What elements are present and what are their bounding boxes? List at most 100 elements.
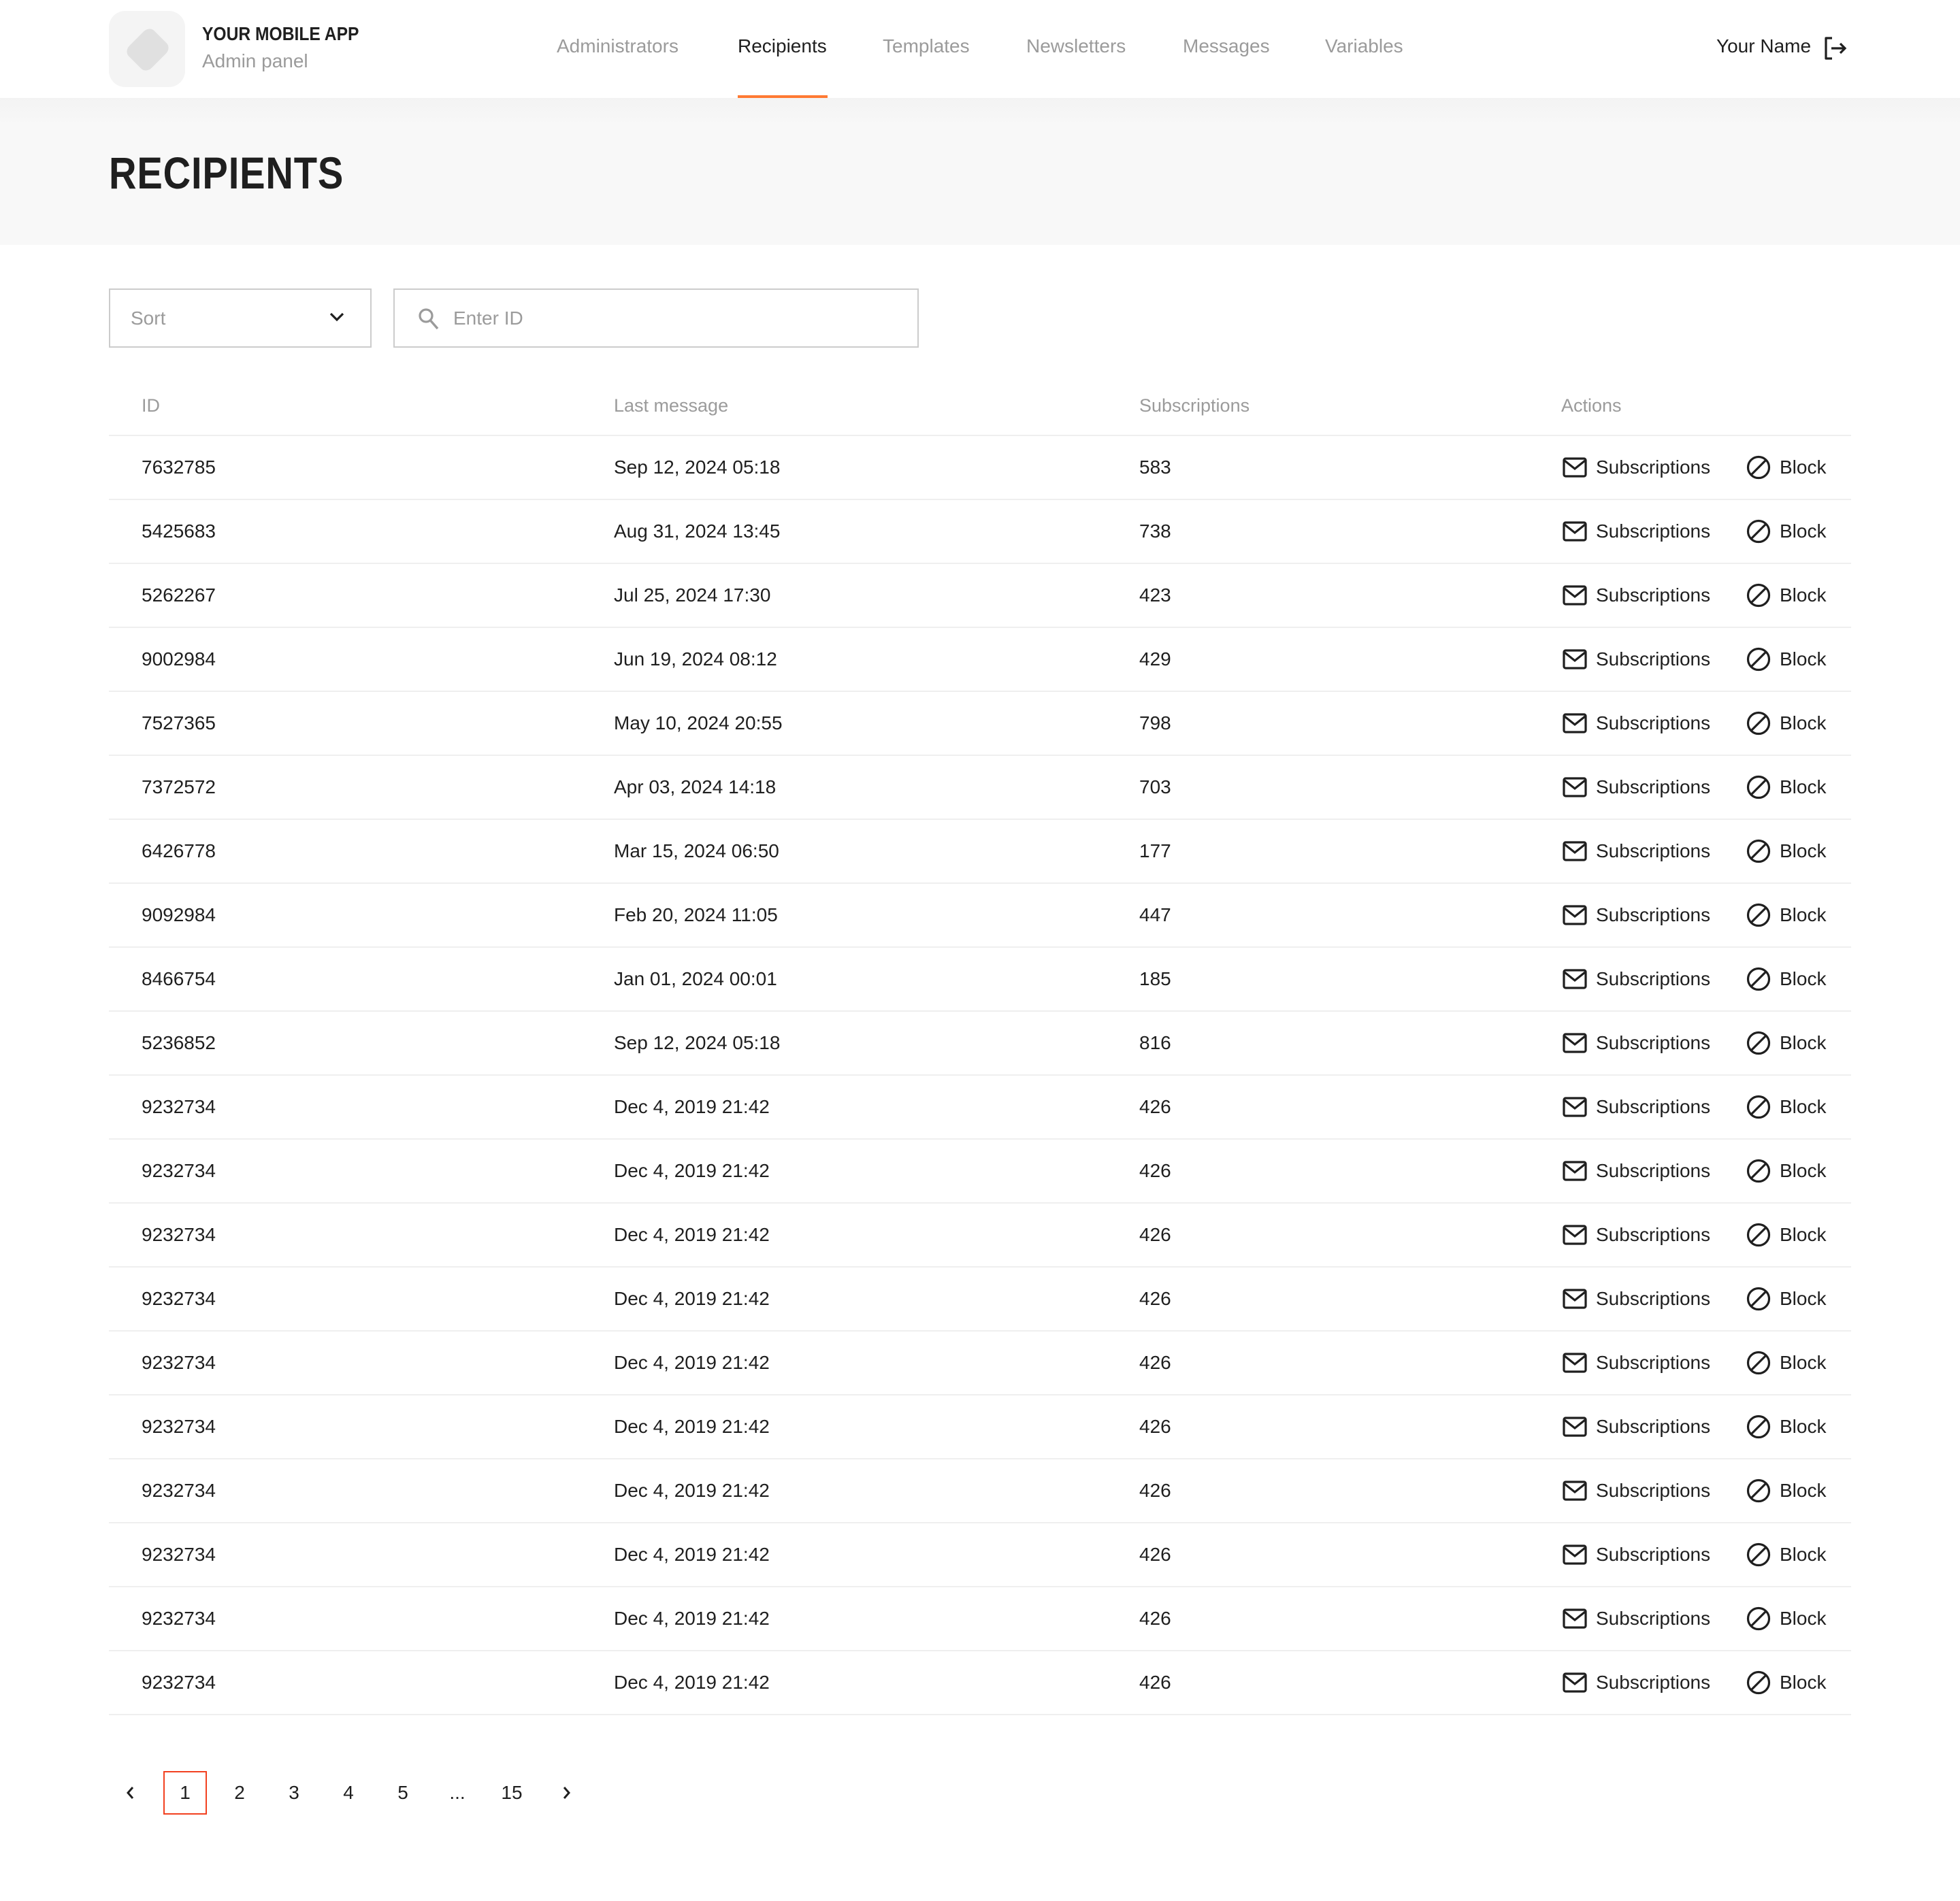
block-button-label: Block	[1780, 904, 1827, 925]
column-header-id[interactable]: ID	[142, 395, 160, 416]
mail-icon	[1563, 1544, 1587, 1565]
subscriptions-count: 426	[1139, 1288, 1171, 1309]
subscriptions-count: 185	[1139, 968, 1171, 989]
block-button[interactable]: Block	[1746, 1156, 1826, 1186]
search-input[interactable]	[453, 302, 902, 335]
last-message-date: Dec 4, 2019 21:42	[614, 1224, 770, 1245]
block-button-label: Block	[1780, 1288, 1827, 1309]
subscriptions-button[interactable]: Subscriptions	[1563, 644, 1710, 674]
table-row: 9232734 Dec 4, 2019 21:42 426 Subscriptions…	[109, 1459, 1851, 1523]
block-icon	[1746, 1223, 1771, 1247]
block-icon	[1746, 1287, 1771, 1311]
recipient-id: 9232734	[142, 1672, 216, 1693]
page-button[interactable]: 3	[272, 1771, 316, 1815]
subscriptions-button[interactable]: Subscriptions	[1563, 1220, 1710, 1250]
chevron-left-icon	[127, 1787, 134, 1799]
page-button[interactable]: 5	[381, 1771, 425, 1815]
subscriptions-button[interactable]: Subscriptions	[1563, 964, 1710, 994]
block-button-label: Block	[1780, 1096, 1827, 1117]
subscriptions-count: 426	[1139, 1480, 1171, 1501]
block-button[interactable]: Block	[1746, 644, 1826, 674]
block-button[interactable]: Block	[1746, 1028, 1826, 1058]
user-name[interactable]: Your Name	[1716, 35, 1811, 57]
prev-page-button[interactable]	[109, 1771, 152, 1815]
block-button[interactable]: Block	[1746, 580, 1826, 610]
search-icon	[419, 308, 439, 330]
table-row: 9002984 Jun 19, 2024 08:12 429 Subscription…	[109, 628, 1851, 692]
mail-icon	[1563, 1097, 1587, 1117]
subscriptions-button[interactable]: Subscriptions	[1563, 1476, 1710, 1506]
subscriptions-button[interactable]: Subscriptions	[1563, 1412, 1710, 1442]
next-page-button[interactable]	[544, 1771, 588, 1815]
nav-item-recipients[interactable]: Recipients	[738, 35, 827, 57]
recipient-id: 7527365	[142, 712, 216, 733]
page-button[interactable]: 15	[490, 1771, 534, 1815]
subscriptions-count: 798	[1139, 712, 1171, 733]
nav-item-messages[interactable]: Messages	[1183, 35, 1270, 57]
subscriptions-count: 426	[1139, 1096, 1171, 1117]
block-button[interactable]: Block	[1746, 1412, 1826, 1442]
subscriptions-button[interactable]: Subscriptions	[1563, 1284, 1710, 1314]
block-icon	[1746, 1670, 1771, 1695]
block-icon	[1746, 839, 1771, 863]
block-button-label: Block	[1780, 457, 1827, 478]
block-button-label: Block	[1780, 1224, 1827, 1245]
nav-item-templates[interactable]: Templates	[883, 35, 970, 57]
block-button-label: Block	[1780, 840, 1827, 861]
block-button[interactable]: Block	[1746, 1668, 1826, 1698]
block-button[interactable]: Block	[1746, 1348, 1826, 1378]
block-button[interactable]: Block	[1746, 1220, 1826, 1250]
block-button[interactable]: Block	[1746, 836, 1826, 866]
subscriptions-button[interactable]: Subscriptions	[1563, 1540, 1710, 1570]
subscriptions-button[interactable]: Subscriptions	[1563, 1348, 1710, 1378]
block-button[interactable]: Block	[1746, 1476, 1826, 1506]
page-button[interactable]: 2	[218, 1771, 261, 1815]
app-logo[interactable]	[109, 11, 185, 87]
subscriptions-button[interactable]: Subscriptions	[1563, 1092, 1710, 1122]
subscriptions-button[interactable]: Subscriptions	[1563, 452, 1710, 482]
block-button[interactable]: Block	[1746, 708, 1826, 738]
block-button[interactable]: Block	[1746, 772, 1826, 802]
block-button[interactable]: Block	[1746, 1604, 1826, 1634]
column-header-last-message[interactable]: Last message	[614, 395, 728, 416]
table-row: 9232734 Dec 4, 2019 21:42 426 Subscriptions…	[109, 1268, 1851, 1332]
subscriptions-button[interactable]: Subscriptions	[1563, 836, 1710, 866]
subscriptions-button-label: Subscriptions	[1596, 1224, 1711, 1245]
subscriptions-button[interactable]: Subscriptions	[1563, 1028, 1710, 1058]
last-message-date: Apr 03, 2024 14:18	[614, 776, 777, 797]
mail-icon	[1563, 777, 1587, 797]
block-button[interactable]: Block	[1746, 452, 1826, 482]
page-button[interactable]: 4	[327, 1771, 370, 1815]
page-header-band: RECIPIENTS	[0, 98, 1960, 245]
subscriptions-button[interactable]: Subscriptions	[1563, 1668, 1710, 1698]
column-header-subscriptions[interactable]: Subscriptions	[1139, 395, 1250, 416]
mail-icon	[1563, 521, 1587, 542]
mail-icon	[1563, 1608, 1587, 1629]
table-row: 9232734 Dec 4, 2019 21:42 426 Subscriptions…	[109, 1140, 1851, 1204]
block-button[interactable]: Block	[1746, 964, 1826, 994]
subscriptions-count: 738	[1139, 520, 1171, 542]
block-button[interactable]: Block	[1746, 516, 1826, 546]
block-button[interactable]: Block	[1746, 900, 1826, 930]
block-button-label: Block	[1780, 1544, 1827, 1565]
subscriptions-button[interactable]: Subscriptions	[1563, 708, 1710, 738]
block-button-label: Block	[1780, 1480, 1827, 1501]
recipient-id: 5262267	[142, 584, 216, 606]
sort-dropdown[interactable]: Sort	[109, 288, 372, 348]
block-button[interactable]: Block	[1746, 1092, 1826, 1122]
block-button[interactable]: Block	[1746, 1284, 1826, 1314]
nav-item-variables[interactable]: Variables	[1325, 35, 1403, 57]
block-button-label: Block	[1780, 1032, 1827, 1053]
block-button[interactable]: Block	[1746, 1540, 1826, 1570]
subscriptions-button[interactable]: Subscriptions	[1563, 1156, 1710, 1186]
subscriptions-button[interactable]: Subscriptions	[1563, 1604, 1710, 1634]
page-button[interactable]: 1	[163, 1771, 207, 1815]
subscriptions-button[interactable]: Subscriptions	[1563, 580, 1710, 610]
logout-icon[interactable]	[1824, 37, 1848, 60]
last-message-date: Dec 4, 2019 21:42	[614, 1480, 770, 1501]
nav-item-newsletters[interactable]: Newsletters	[1026, 35, 1126, 57]
nav-item-administrators[interactable]: Administrators	[557, 35, 679, 57]
subscriptions-button[interactable]: Subscriptions	[1563, 516, 1710, 546]
subscriptions-button[interactable]: Subscriptions	[1563, 900, 1710, 930]
subscriptions-button[interactable]: Subscriptions	[1563, 772, 1710, 802]
